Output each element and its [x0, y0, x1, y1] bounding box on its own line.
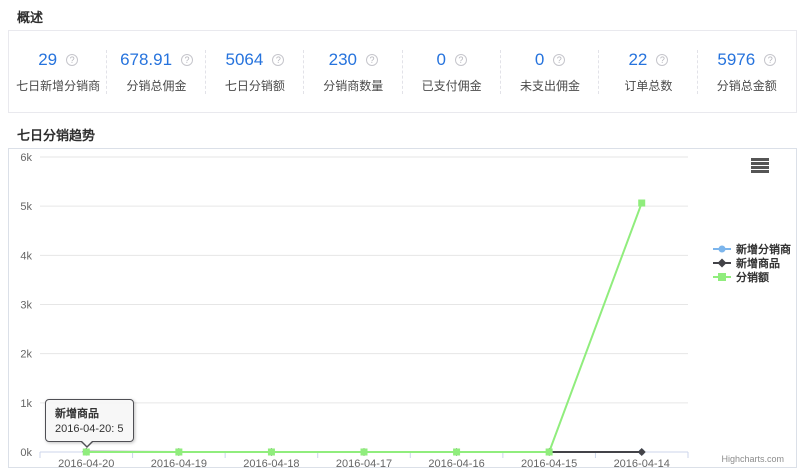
- stat-item: 22 ? 订单总数: [599, 31, 697, 112]
- stat-label: 订单总数: [624, 77, 672, 94]
- help-icon[interactable]: ?: [553, 54, 565, 66]
- trend-chart: 0k 1k 2k 3k 4k 5k 6k 2016-04-20 2016-04-19 2016-0…: [8, 148, 797, 468]
- help-icon[interactable]: ?: [181, 54, 193, 66]
- highcharts-credit[interactable]: Highcharts.com: [721, 454, 784, 464]
- y-axis-label: 5k: [20, 201, 32, 213]
- stat-label: 分销总金额: [717, 77, 777, 94]
- legend-label: 新增商品: [736, 256, 780, 270]
- stat-value-row: 678.91 ?: [120, 50, 193, 70]
- stat-value-row: 29 ?: [38, 50, 78, 70]
- help-icon[interactable]: ?: [66, 54, 78, 66]
- y-axis-label: 2k: [20, 349, 32, 361]
- x-axis-label: 2016-04-18: [243, 458, 299, 467]
- stat-value-row: 0 ?: [535, 50, 565, 70]
- stat-value: 0: [535, 50, 544, 70]
- x-axis-label: 2016-04-14: [614, 458, 670, 467]
- help-icon[interactable]: ?: [366, 54, 378, 66]
- stat-value: 230: [329, 50, 357, 70]
- stat-value-row: 22 ?: [628, 50, 668, 70]
- stat-item: 230 ? 分销商数量: [304, 31, 402, 112]
- x-axis-label: 2016-04-15: [521, 458, 577, 467]
- tooltip-value: 2016-04-20: 5: [55, 423, 124, 435]
- series-分销额: [83, 200, 645, 456]
- stat-value-row: 230 ?: [329, 50, 378, 70]
- stat-label: 未支出佣金: [520, 77, 580, 94]
- stat-label: 分销总佣金: [127, 77, 187, 94]
- x-axis-label: 2016-04-20: [58, 458, 114, 467]
- stat-value-row: 5976 ?: [717, 50, 776, 70]
- stat-value: 5064: [226, 50, 264, 70]
- legend-label: 新增分销商: [736, 242, 791, 256]
- help-icon[interactable]: ?: [656, 54, 668, 66]
- overview-title: 概述: [17, 7, 43, 26]
- stat-item: 0 ? 未支出佣金: [501, 31, 599, 112]
- stat-value: 5976: [717, 50, 755, 70]
- stat-item: 29 ? 七日新增分销商: [9, 31, 107, 112]
- stat-item: 5064 ? 七日分销额: [206, 31, 304, 112]
- stat-value: 29: [38, 50, 57, 70]
- legend-item-新增分销商[interactable]: 新增分销商: [713, 242, 791, 256]
- legend-item-新增商品[interactable]: 新增商品: [713, 256, 780, 270]
- legend-label: 分销额: [736, 270, 769, 284]
- help-icon[interactable]: ?: [764, 54, 776, 66]
- stat-item: 0 ? 已支付佣金: [403, 31, 501, 112]
- stat-item: 678.91 ? 分销总佣金: [107, 31, 205, 112]
- legend-item-分销额[interactable]: 分销额: [713, 270, 769, 284]
- y-axis-label: 6k: [20, 152, 32, 164]
- y-axis-label: 3k: [20, 300, 32, 312]
- y-axis-label: 4k: [20, 250, 32, 262]
- stat-value: 678.91: [120, 50, 172, 70]
- chart-tooltip: 新增商品 2016-04-20: 5: [45, 399, 134, 442]
- stat-label: 分销商数量: [323, 77, 383, 94]
- x-axis-label: 2016-04-16: [428, 458, 484, 467]
- stat-value-row: 0 ?: [436, 50, 466, 70]
- stat-value-row: 5064 ?: [226, 50, 285, 70]
- stat-item: 5976 ? 分销总金额: [698, 31, 796, 112]
- stat-label: 七日分销额: [225, 77, 285, 94]
- tooltip-series-name: 新增商品: [55, 405, 124, 421]
- stat-label: 七日新增分销商: [16, 77, 100, 94]
- x-axis-label: 2016-04-19: [151, 458, 207, 467]
- chart-export-menu-icon[interactable]: [751, 158, 769, 173]
- trend-title: 七日分销趋势: [17, 125, 95, 144]
- help-icon[interactable]: ?: [272, 54, 284, 66]
- y-axis-label: 1k: [20, 398, 32, 410]
- x-axis-label: 2016-04-17: [336, 458, 392, 467]
- stats-panel: 29 ? 七日新增分销商 678.91 ? 分销总佣金 5064 ? 七日分销额…: [8, 30, 797, 113]
- help-icon[interactable]: ?: [455, 54, 467, 66]
- y-axis-label: 0k: [20, 447, 32, 459]
- stat-value: 22: [628, 50, 647, 70]
- stat-label: 已支付佣金: [422, 77, 482, 94]
- stat-value: 0: [436, 50, 445, 70]
